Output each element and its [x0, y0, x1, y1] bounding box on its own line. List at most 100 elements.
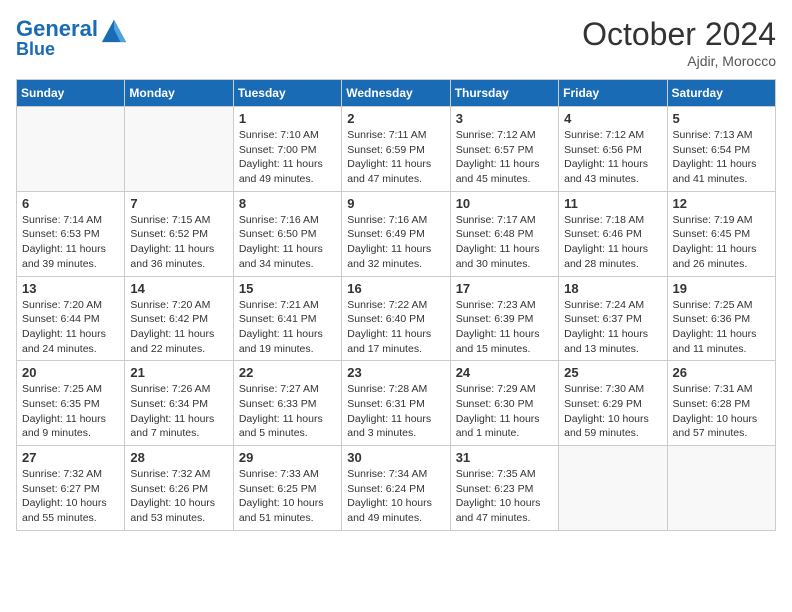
calendar-cell: 11 Sunrise: 7:18 AM Sunset: 6:46 PM Dayli…	[559, 191, 667, 276]
month-title: October 2024	[582, 16, 776, 53]
day-number: 16	[347, 281, 444, 296]
calendar-cell: 16 Sunrise: 7:22 AM Sunset: 6:40 PM Dayli…	[342, 276, 450, 361]
day-number: 13	[22, 281, 119, 296]
day-number: 26	[673, 365, 770, 380]
day-number: 19	[673, 281, 770, 296]
calendar-table: SundayMondayTuesdayWednesdayThursdayFrid…	[16, 79, 776, 531]
calendar-cell: 15 Sunrise: 7:21 AM Sunset: 6:41 PM Dayli…	[233, 276, 341, 361]
day-number: 25	[564, 365, 661, 380]
location: Ajdir, Morocco	[582, 53, 776, 69]
day-number: 15	[239, 281, 336, 296]
day-number: 9	[347, 196, 444, 211]
day-info: Sunrise: 7:12 AM Sunset: 6:56 PM Dayligh…	[564, 128, 661, 187]
weekday-header-sunday: Sunday	[17, 80, 125, 107]
day-number: 11	[564, 196, 661, 211]
calendar-cell: 20 Sunrise: 7:25 AM Sunset: 6:35 PM Dayli…	[17, 361, 125, 446]
day-info: Sunrise: 7:30 AM Sunset: 6:29 PM Dayligh…	[564, 382, 661, 441]
day-number: 8	[239, 196, 336, 211]
calendar-cell: 24 Sunrise: 7:29 AM Sunset: 6:30 PM Dayli…	[450, 361, 558, 446]
calendar-cell: 23Sunrise: 7:28 AM Sunset: 6:31 PM Dayli…	[342, 361, 450, 446]
calendar-cell: 21 Sunrise: 7:26 AM Sunset: 6:34 PM Dayli…	[125, 361, 233, 446]
logo: General Blue	[16, 16, 128, 60]
day-number: 18	[564, 281, 661, 296]
calendar-cell: 18 Sunrise: 7:24 AM Sunset: 6:37 PM Dayli…	[559, 276, 667, 361]
day-number: 1	[239, 111, 336, 126]
day-info: Sunrise: 7:23 AM Sunset: 6:39 PM Dayligh…	[456, 298, 553, 357]
calendar-week-3: 13 Sunrise: 7:20 AM Sunset: 6:44 PM Dayli…	[17, 276, 776, 361]
calendar-cell: 5Sunrise: 7:13 AM Sunset: 6:54 PM Daylig…	[667, 107, 775, 192]
calendar-cell: 3 Sunrise: 7:12 AM Sunset: 6:57 PM Daylig…	[450, 107, 558, 192]
day-info: Sunrise: 7:10 AM Sunset: 7:00 PM Dayligh…	[239, 128, 336, 187]
calendar-cell	[667, 446, 775, 531]
calendar-cell: 26 Sunrise: 7:31 AM Sunset: 6:28 PM Dayli…	[667, 361, 775, 446]
day-number: 6	[22, 196, 119, 211]
day-number: 21	[130, 365, 227, 380]
calendar-cell: 10 Sunrise: 7:17 AM Sunset: 6:48 PM Dayli…	[450, 191, 558, 276]
day-info: Sunrise: 7:35 AM Sunset: 6:23 PM Dayligh…	[456, 467, 553, 526]
day-info: Sunrise: 7:11 AM Sunset: 6:59 PM Dayligh…	[347, 128, 444, 187]
day-info: Sunrise: 7:33 AM Sunset: 6:25 PM Dayligh…	[239, 467, 336, 526]
day-info: Sunrise: 7:32 AM Sunset: 6:26 PM Dayligh…	[130, 467, 227, 526]
day-info: Sunrise: 7:26 AM Sunset: 6:34 PM Dayligh…	[130, 382, 227, 441]
day-info: Sunrise: 7:21 AM Sunset: 6:41 PM Dayligh…	[239, 298, 336, 357]
day-info: Sunrise: 7:34 AM Sunset: 6:24 PM Dayligh…	[347, 467, 444, 526]
day-info: Sunrise: 7:17 AM Sunset: 6:48 PM Dayligh…	[456, 213, 553, 272]
calendar-cell: 27 Sunrise: 7:32 AM Sunset: 6:27 PM Dayli…	[17, 446, 125, 531]
calendar-cell: 30 Sunrise: 7:34 AM Sunset: 6:24 PM Dayli…	[342, 446, 450, 531]
day-info: Sunrise: 7:14 AM Sunset: 6:53 PM Dayligh…	[22, 213, 119, 272]
calendar-cell	[17, 107, 125, 192]
weekday-header-friday: Friday	[559, 80, 667, 107]
weekday-header-thursday: Thursday	[450, 80, 558, 107]
day-info: Sunrise: 7:18 AM Sunset: 6:46 PM Dayligh…	[564, 213, 661, 272]
day-info: Sunrise: 7:28 AM Sunset: 6:31 PM Dayligh…	[347, 382, 444, 441]
title-block: October 2024 Ajdir, Morocco	[582, 16, 776, 69]
calendar-week-4: 20 Sunrise: 7:25 AM Sunset: 6:35 PM Dayli…	[17, 361, 776, 446]
calendar-week-5: 27 Sunrise: 7:32 AM Sunset: 6:27 PM Dayli…	[17, 446, 776, 531]
calendar-cell: 1 Sunrise: 7:10 AM Sunset: 7:00 PM Daylig…	[233, 107, 341, 192]
day-number: 10	[456, 196, 553, 211]
day-info: Sunrise: 7:20 AM Sunset: 6:44 PM Dayligh…	[22, 298, 119, 357]
day-info: Sunrise: 7:27 AM Sunset: 6:33 PM Dayligh…	[239, 382, 336, 441]
day-number: 28	[130, 450, 227, 465]
day-info: Sunrise: 7:13 AM Sunset: 6:54 PM Dayligh…	[673, 128, 770, 187]
day-number: 20	[22, 365, 119, 380]
day-info: Sunrise: 7:22 AM Sunset: 6:40 PM Dayligh…	[347, 298, 444, 357]
calendar-week-2: 6 Sunrise: 7:14 AM Sunset: 6:53 PM Daylig…	[17, 191, 776, 276]
calendar-cell	[559, 446, 667, 531]
calendar-cell: 7Sunrise: 7:15 AM Sunset: 6:52 PM Daylig…	[125, 191, 233, 276]
calendar-cell: 13 Sunrise: 7:20 AM Sunset: 6:44 PM Dayli…	[17, 276, 125, 361]
calendar-cell: 29Sunrise: 7:33 AM Sunset: 6:25 PM Dayli…	[233, 446, 341, 531]
day-number: 14	[130, 281, 227, 296]
day-info: Sunrise: 7:15 AM Sunset: 6:52 PM Dayligh…	[130, 213, 227, 272]
calendar-cell: 14Sunrise: 7:20 AM Sunset: 6:42 PM Dayli…	[125, 276, 233, 361]
day-info: Sunrise: 7:19 AM Sunset: 6:45 PM Dayligh…	[673, 213, 770, 272]
day-number: 31	[456, 450, 553, 465]
day-number: 22	[239, 365, 336, 380]
calendar-cell: 8Sunrise: 7:16 AM Sunset: 6:50 PM Daylig…	[233, 191, 341, 276]
day-number: 24	[456, 365, 553, 380]
day-info: Sunrise: 7:32 AM Sunset: 6:27 PM Dayligh…	[22, 467, 119, 526]
calendar-cell	[125, 107, 233, 192]
day-number: 3	[456, 111, 553, 126]
day-info: Sunrise: 7:29 AM Sunset: 6:30 PM Dayligh…	[456, 382, 553, 441]
calendar-cell: 25 Sunrise: 7:30 AM Sunset: 6:29 PM Dayli…	[559, 361, 667, 446]
calendar-cell: 9 Sunrise: 7:16 AM Sunset: 6:49 PM Daylig…	[342, 191, 450, 276]
day-info: Sunrise: 7:12 AM Sunset: 6:57 PM Dayligh…	[456, 128, 553, 187]
day-number: 12	[673, 196, 770, 211]
weekday-header-tuesday: Tuesday	[233, 80, 341, 107]
calendar-cell: 19 Sunrise: 7:25 AM Sunset: 6:36 PM Dayli…	[667, 276, 775, 361]
day-info: Sunrise: 7:16 AM Sunset: 6:49 PM Dayligh…	[347, 213, 444, 272]
day-number: 30	[347, 450, 444, 465]
day-number: 2	[347, 111, 444, 126]
day-number: 27	[22, 450, 119, 465]
day-info: Sunrise: 7:25 AM Sunset: 6:36 PM Dayligh…	[673, 298, 770, 357]
day-info: Sunrise: 7:31 AM Sunset: 6:28 PM Dayligh…	[673, 382, 770, 441]
calendar-week-1: 1 Sunrise: 7:10 AM Sunset: 7:00 PM Daylig…	[17, 107, 776, 192]
weekday-header-saturday: Saturday	[667, 80, 775, 107]
day-info: Sunrise: 7:25 AM Sunset: 6:35 PM Dayligh…	[22, 382, 119, 441]
day-number: 4	[564, 111, 661, 126]
calendar-cell: 12 Sunrise: 7:19 AM Sunset: 6:45 PM Dayli…	[667, 191, 775, 276]
page-header: General Blue October 2024 Ajdir, Morocco	[16, 16, 776, 69]
day-info: Sunrise: 7:24 AM Sunset: 6:37 PM Dayligh…	[564, 298, 661, 357]
day-number: 17	[456, 281, 553, 296]
